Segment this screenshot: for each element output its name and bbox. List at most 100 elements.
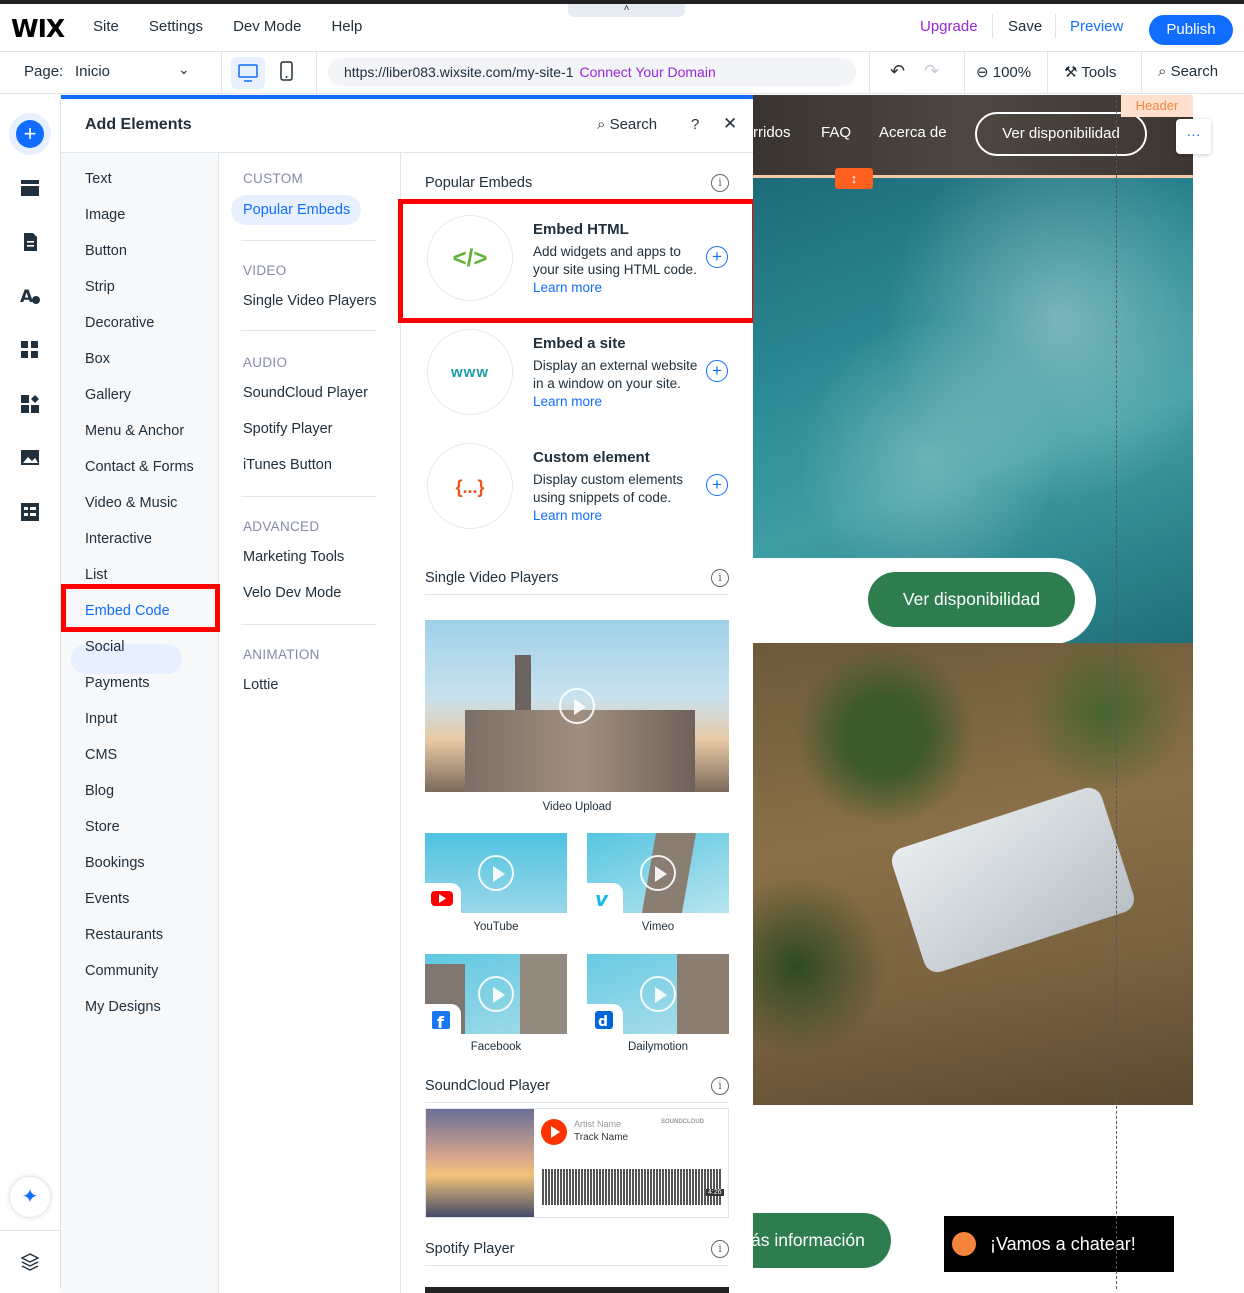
close-icon[interactable]: ✕ [723, 114, 737, 134]
sc-waveform [542, 1169, 722, 1205]
category-strip[interactable]: Strip [85, 279, 115, 295]
www-icon: www [427, 329, 513, 415]
add-custom-element-button[interactable]: + [706, 474, 728, 496]
undo-icon[interactable]: ↶ [890, 61, 905, 82]
sections-icon[interactable] [19, 177, 41, 199]
category-bookings[interactable]: Bookings [85, 855, 145, 871]
category-social[interactable]: Social [85, 639, 125, 655]
theme-icon[interactable]: A [19, 285, 41, 307]
category-community[interactable]: Community [85, 963, 158, 979]
more-actions-button[interactable]: ··· [1176, 119, 1211, 154]
subitem-lottie[interactable]: Lottie [243, 677, 278, 693]
chat-widget[interactable]: ¡Vamos a chatear! [944, 1216, 1174, 1272]
redo-icon[interactable]: ↷ [924, 61, 939, 82]
media-icon[interactable] [19, 447, 41, 469]
vimeo-badge: v [587, 883, 623, 913]
subitem-marketing-tools[interactable]: Marketing Tools [243, 549, 344, 565]
category-store[interactable]: Store [85, 819, 120, 835]
braces-icon: {...} [427, 443, 513, 529]
chevron-down-icon[interactable]: ⌄ [178, 61, 190, 78]
divider [241, 240, 376, 241]
nav-link-faq[interactable]: FAQ [821, 124, 851, 141]
divider [241, 624, 376, 625]
info-icon[interactable]: i [711, 1240, 729, 1258]
apps-icon[interactable] [19, 339, 41, 361]
facebook-thumbnail[interactable]: f [425, 954, 567, 1034]
wix-logo[interactable]: WIX [11, 14, 65, 43]
category-image[interactable]: Image [85, 207, 125, 223]
category-interactive[interactable]: Interactive [85, 531, 152, 547]
info-icon[interactable]: i [711, 174, 729, 192]
category-text[interactable]: Text [85, 171, 112, 187]
learn-more-link[interactable]: Learn more [533, 394, 602, 409]
publish-button[interactable]: Publish [1149, 15, 1233, 45]
learn-more-link[interactable]: Learn more [533, 508, 602, 523]
panel-search-button[interactable]: ⌕ Search [597, 116, 657, 133]
category-my-designs[interactable]: My Designs [85, 999, 161, 1015]
spotify-player-preview[interactable] [425, 1287, 729, 1293]
mobile-view-icon[interactable] [279, 60, 295, 84]
business-apps-icon[interactable] [19, 393, 41, 415]
vimeo-thumbnail[interactable]: v [587, 833, 729, 913]
help-icon[interactable]: ? [691, 116, 699, 133]
add-embed-site-button[interactable]: + [706, 360, 728, 382]
youtube-thumbnail[interactable] [425, 833, 567, 913]
nav-link-acerca[interactable]: Acerca de [879, 124, 947, 141]
embed-site-card[interactable]: www Embed a site Display an external web… [425, 327, 735, 419]
subitem-velo-dev-mode[interactable]: Velo Dev Mode [243, 585, 341, 601]
upgrade-link[interactable]: Upgrade [920, 18, 978, 35]
resize-handle-icon[interactable]: ↕ [835, 168, 873, 189]
category-button[interactable]: Button [85, 243, 127, 259]
category-list[interactable]: List [85, 567, 108, 583]
category-events[interactable]: Events [85, 891, 129, 907]
collapse-topbar-button[interactable]: ˄ [568, 4, 685, 17]
subhead-animation: ANIMATION [243, 647, 320, 662]
save-button[interactable]: Save [1008, 18, 1042, 35]
category-menu-anchor[interactable]: Menu & Anchor [85, 423, 184, 439]
menu-help[interactable]: Help [331, 18, 362, 35]
album-art [426, 1109, 534, 1217]
pages-icon[interactable] [19, 231, 41, 253]
search-button[interactable]: ⌕ Search [1158, 63, 1218, 80]
category-video-music[interactable]: Video & Music [85, 495, 177, 511]
ai-assistant-icon[interactable]: ✦ [10, 1177, 50, 1217]
category-decorative[interactable]: Decorative [85, 315, 154, 331]
soundcloud-player-preview[interactable]: Artist Name Track Name SOUNDCLOUD 4:26 [425, 1108, 729, 1218]
layers-icon[interactable] [19, 1251, 41, 1273]
category-gallery[interactable]: Gallery [85, 387, 131, 403]
site-url-bar[interactable]: https://liber083.wixsite.com/my-site-1 Co… [328, 58, 856, 86]
subitem-popular-embeds[interactable]: Popular Embeds [231, 195, 361, 225]
subitem-soundcloud[interactable]: SoundCloud Player [243, 385, 368, 401]
category-input[interactable]: Input [85, 711, 117, 727]
nav-link-recorridos[interactable]: rridos [753, 124, 791, 141]
desktop-view-button[interactable] [231, 57, 265, 89]
add-elements-icon[interactable]: + [16, 120, 44, 148]
subitem-spotify[interactable]: Spotify Player [243, 421, 332, 437]
connect-domain-link[interactable]: Connect Your Domain [580, 64, 716, 80]
subitem-single-video-players[interactable]: Single Video Players [243, 293, 377, 309]
more-info-button[interactable]: ás información [753, 1213, 891, 1268]
category-box[interactable]: Box [85, 351, 110, 367]
info-icon[interactable]: i [711, 1077, 729, 1095]
header-availability-button[interactable]: Ver disponibilidad [975, 112, 1147, 156]
category-restaurants[interactable]: Restaurants [85, 927, 163, 943]
availability-button[interactable]: Ver disponibilidad [868, 572, 1075, 627]
custom-element-card[interactable]: {...} Custom element Display custom elem… [425, 441, 735, 533]
tools-button[interactable]: ⚒ Tools [1064, 63, 1116, 81]
svg-text:d: d [598, 1014, 608, 1030]
cms-icon[interactable] [19, 501, 41, 523]
subitem-itunes[interactable]: iTunes Button [243, 457, 332, 473]
dailymotion-thumbnail[interactable]: d [587, 954, 729, 1034]
category-blog[interactable]: Blog [85, 783, 114, 799]
menu-site[interactable]: Site [93, 18, 119, 35]
category-cms[interactable]: CMS [85, 747, 117, 763]
category-payments[interactable]: Payments [85, 675, 149, 691]
preview-button[interactable]: Preview [1070, 18, 1123, 35]
info-icon[interactable]: i [711, 569, 729, 587]
menu-settings[interactable]: Settings [149, 18, 203, 35]
category-contact-forms[interactable]: Contact & Forms [85, 459, 194, 475]
menu-dev-mode[interactable]: Dev Mode [233, 18, 301, 35]
video-upload-thumbnail[interactable] [425, 620, 729, 792]
zoom-control[interactable]: ⊖ 100% [976, 63, 1031, 81]
page-selector[interactable]: Inicio [75, 63, 110, 80]
